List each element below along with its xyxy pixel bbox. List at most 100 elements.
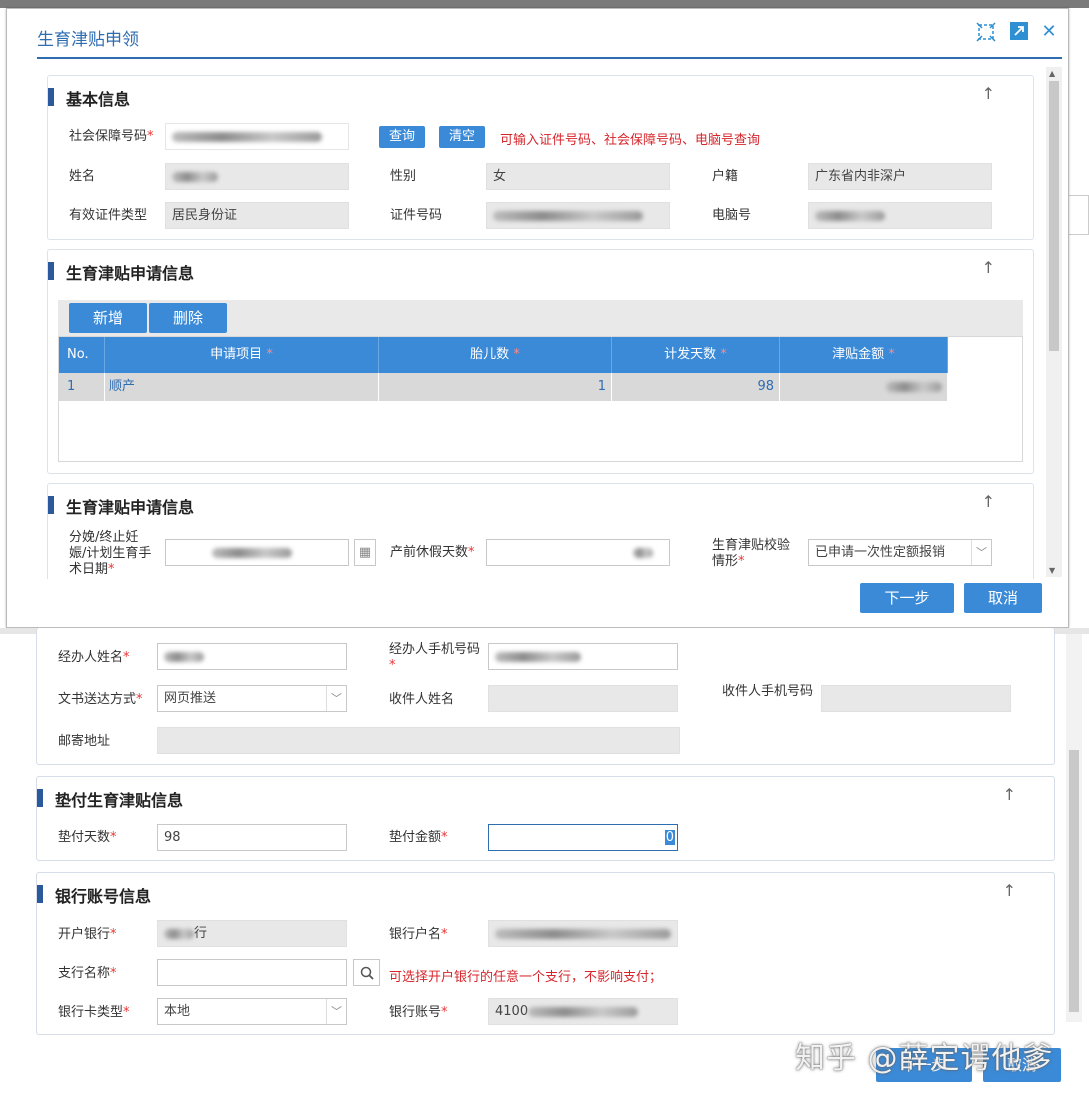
section-marker [37,789,43,807]
table-toolbar: 新增 删除 [58,300,1023,336]
clear-button[interactable]: 清空 [439,126,485,148]
bank-label: 开户银行* [58,927,117,942]
fullscreen-icon[interactable] [975,21,997,43]
page-scrollbar[interactable] [1066,634,1082,1022]
branch-label: 支行名称* [58,966,117,981]
close-icon[interactable]: ✕ [1038,21,1060,43]
apply-info-section: 生育津贴申请信息 ↑ 新增 删除 No. 申请项目 * 胎儿数 * 计发天数 *… [47,249,1034,474]
delivery-date-input[interactable] [165,539,349,566]
prenatal-days-label: 产前休假天数* [390,545,475,560]
agent-name-input[interactable] [157,643,347,670]
collapse-arrow-icon[interactable]: ↑ [982,84,995,103]
background-page-strip [0,0,1089,8]
table-cell-days[interactable]: 98 [612,373,780,401]
card-type-select[interactable]: 本地 ﹀ [157,998,347,1025]
popout-icon[interactable] [1008,21,1030,43]
collapse-arrow-icon[interactable]: ↑ [982,258,995,277]
section-title: 垫付生育津贴信息 [55,791,184,810]
apply-detail-section: 生育津贴申请信息 ↑ 分娩/终止妊娠/计划生育手术日期* ▦ 产前休假天数* 生… [47,483,1034,579]
section-title: 基本信息 [66,90,131,109]
section-marker [48,496,54,514]
section-marker [48,262,54,280]
table-cell-item[interactable]: 顺产 [105,373,379,401]
name-label: 姓名 [69,169,96,184]
next-step-button[interactable]: 下一步 [860,583,954,613]
idtype-field: 居民身份证 [165,202,349,229]
modal-scroll-area: 基本信息 ↑ 社会保障号码* 查询 清空 可输入证件号码、社会保障号码、电脑号查… [37,65,1062,579]
advance-amount-input[interactable]: 0 [488,824,678,851]
hukou-label: 户籍 [712,169,739,184]
section-marker [48,88,54,106]
agent-name-label: 经办人姓名* [58,650,130,665]
collapse-arrow-icon[interactable]: ↑ [1003,881,1016,900]
pcno-label: 电脑号 [712,208,752,223]
calendar-icon[interactable]: ▦ [354,539,376,566]
section-title: 生育津贴申请信息 [66,498,195,517]
collapse-arrow-icon[interactable]: ↑ [982,492,995,511]
delivery-method-select[interactable]: 网页推送 ﹀ [157,685,347,712]
advance-subsidy-section: 垫付生育津贴信息 ↑ 垫付天数* 98 垫付金额* 0 [36,776,1055,861]
check-case-label: 生育津贴校验情形* [712,538,791,569]
query-hint: 可输入证件号码、社会保障号码、电脑号查询 [500,133,761,148]
advance-amount-label: 垫付金额* [389,830,448,845]
column-header-days[interactable]: 计发天数 * [612,337,780,373]
cancel-button[interactable]: 取消 [964,583,1042,613]
idtype-label: 有效证件类型 [69,208,148,223]
recipient-name-label: 收件人姓名 [389,692,455,707]
pcno-field [808,202,992,229]
recipient-name-field [488,685,678,712]
column-header-item[interactable]: 申请项目 * [105,337,379,373]
apply-table: No. 申请项目 * 胎儿数 * 计发天数 * 津贴金额 * 1 顺产 1 98 [58,336,1023,462]
table-cell-no[interactable]: 1 [59,373,105,401]
gender-field: 女 [486,163,670,190]
account-name-field [488,920,678,947]
subsidy-modal: 生育津贴申领 ✕ 基本信息 ↑ 社会保障号码* 查询 清空 可输入证件号码、社会… [6,8,1069,628]
ssn-label: 社会保障号码* [69,129,154,144]
column-header-no: No. [59,337,105,373]
scrollbar-thumb[interactable] [1049,81,1059,351]
bank-field: 行 [157,920,347,947]
section-marker [37,885,43,903]
delivery-method-label: 文书送达方式* [58,692,143,707]
hukou-field: 广东省内非深户 [808,163,992,190]
account-no-label: 银行账号* [389,1005,448,1020]
delete-row-button[interactable]: 删除 [149,303,227,333]
card-type-label: 银行卡类型* [58,1005,130,1020]
section-title: 生育津贴申请信息 [66,264,195,283]
collapse-arrow-icon[interactable]: ↑ [1003,785,1016,804]
agent-info-section: 经办人姓名* 经办人手机号码* 文书送达方式* 网页推送 ﹀ 收件人姓名 收件人手… [36,628,1055,765]
query-button[interactable]: 查询 [379,126,425,148]
search-icon[interactable] [353,959,380,986]
bank-account-section: 银行账号信息 ↑ 开户银行* 行 银行户名* 支行名称* 可选择开户银行的任意一… [36,872,1055,1035]
address-label: 邮寄地址 [58,734,111,749]
idno-label: 证件号码 [390,208,443,223]
branch-input[interactable] [157,959,347,986]
watermark: 知乎 @薛定谔他爹 [795,1041,1054,1076]
column-header-amount[interactable]: 津贴金额 * [780,337,948,373]
agent-phone-input[interactable] [488,643,678,670]
gender-label: 性别 [390,169,417,184]
modal-title: 生育津贴申领 [37,30,139,50]
check-case-select[interactable]: 已申请一次性定额报销 ﹀ [808,539,992,566]
title-divider [37,57,1062,59]
scrollbar-thumb[interactable] [1069,750,1079,1012]
advance-days-input[interactable]: 98 [157,824,347,851]
table-cell-amount[interactable] [780,373,948,401]
address-field [157,727,680,754]
recipient-phone-label: 收件人手机号码 [722,684,814,699]
recipient-phone-field [821,685,1011,712]
basic-info-section: 基本信息 ↑ 社会保障号码* 查询 清空 可输入证件号码、社会保障号码、电脑号查… [47,75,1034,240]
branch-hint: 可选择开户银行的任意一个支行，不影响支付； [389,970,663,985]
add-row-button[interactable]: 新增 [69,303,147,333]
prenatal-days-input[interactable] [486,539,670,566]
account-name-label: 银行户名* [389,927,448,942]
name-field [165,163,349,190]
ssn-input[interactable] [165,123,349,150]
advance-days-label: 垫付天数* [58,830,117,845]
column-header-fetus[interactable]: 胎儿数 * [379,337,612,373]
agent-phone-label: 经办人手机号码* [389,642,481,673]
section-title: 银行账号信息 [55,887,152,906]
table-cell-fetus[interactable]: 1 [379,373,612,401]
account-no-field: 4100 [488,998,678,1025]
modal-scrollbar[interactable]: ▲ ▼ [1046,67,1062,577]
